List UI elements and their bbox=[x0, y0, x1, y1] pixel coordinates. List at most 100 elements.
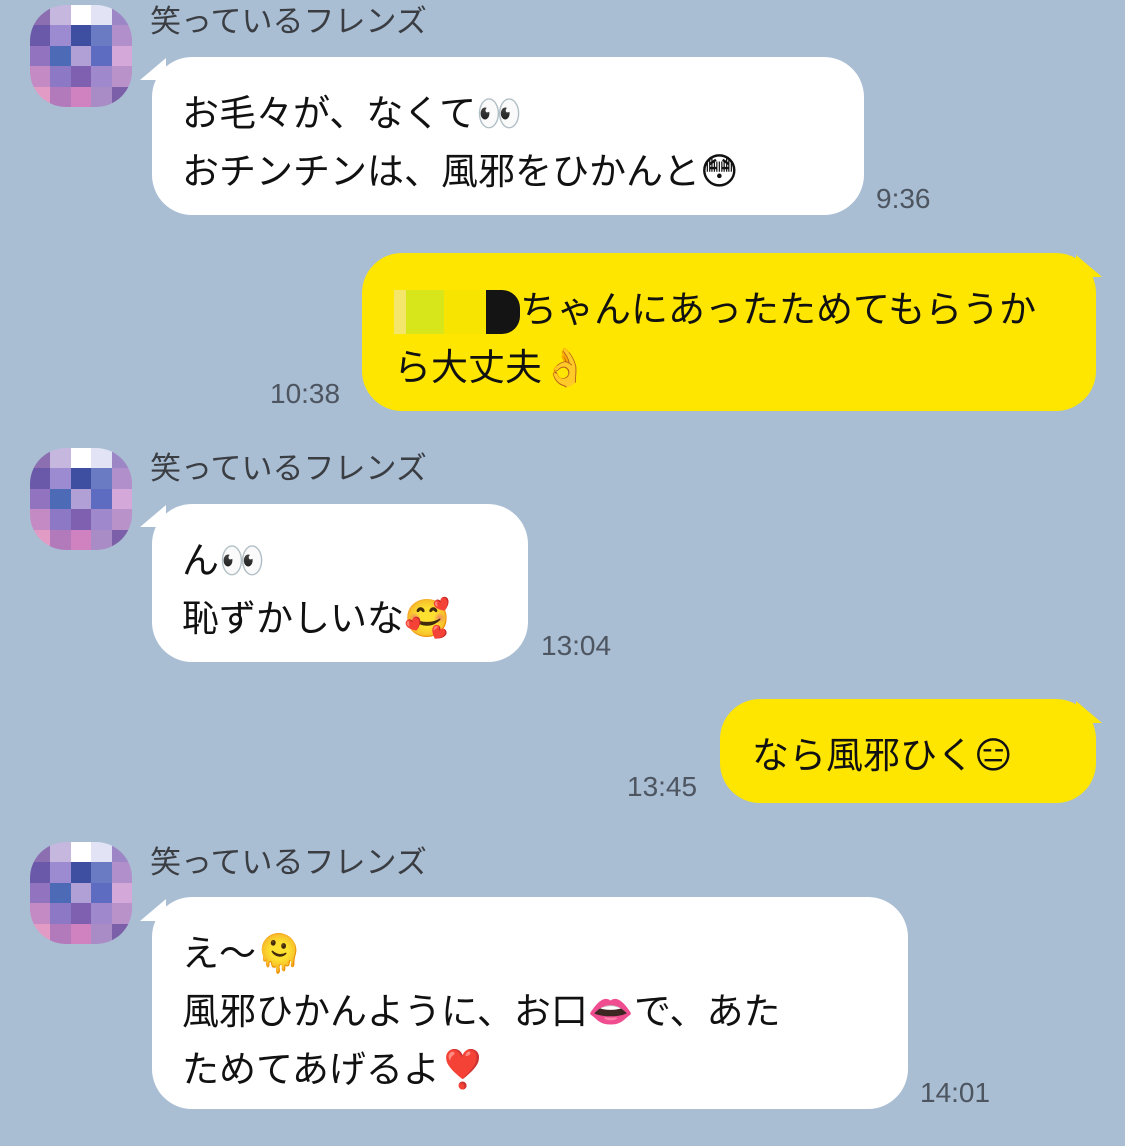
message-bubble-outgoing[interactable]: なら風邪ひく😑 bbox=[720, 699, 1096, 803]
avatar-pixel bbox=[70, 903, 92, 924]
avatar-pixel bbox=[30, 882, 51, 904]
avatar-pixel bbox=[50, 5, 71, 26]
avatar-pixel bbox=[91, 862, 112, 883]
avatar-pixel bbox=[91, 25, 112, 46]
avatar-pixel bbox=[70, 488, 92, 510]
avatar-pixel bbox=[50, 66, 71, 87]
avatar-pixel bbox=[111, 86, 132, 107]
avatar-pixel bbox=[91, 66, 112, 87]
avatar-pixel bbox=[91, 5, 112, 26]
avatar-pixel bbox=[50, 468, 71, 489]
avatar-pixel bbox=[70, 86, 92, 107]
message-text: ら大丈夫👌 bbox=[394, 346, 589, 389]
avatar-pixel bbox=[70, 842, 92, 863]
redacted-name bbox=[394, 289, 520, 334]
avatar-pixel bbox=[91, 468, 112, 489]
message-timestamp: 13:45 bbox=[627, 771, 698, 802]
avatar-pixel bbox=[70, 25, 92, 46]
avatar-pixel bbox=[30, 509, 51, 530]
avatar-pixel bbox=[50, 923, 71, 944]
avatar-pixel bbox=[30, 529, 51, 550]
message-timestamp: 13:04 bbox=[541, 630, 612, 661]
avatar-pixel bbox=[111, 25, 132, 46]
avatar-pixel bbox=[91, 842, 112, 863]
avatar-pixel bbox=[30, 488, 51, 510]
avatar-pixel bbox=[111, 903, 132, 924]
message-bubble-incoming[interactable]: ん👀 恥ずかしいな🥰 bbox=[152, 504, 528, 662]
avatar[interactable] bbox=[30, 842, 132, 944]
avatar-pixel bbox=[111, 509, 132, 530]
avatar-pixel bbox=[111, 882, 132, 904]
avatar-pixel bbox=[30, 66, 51, 87]
message-bubble-incoming[interactable]: お毛々が、なくて👀 おチンチンは、風邪をひかんと😳 bbox=[152, 57, 864, 215]
avatar-pixel bbox=[30, 5, 51, 26]
avatar-pixel bbox=[50, 448, 71, 469]
avatar-pixel bbox=[70, 468, 92, 489]
avatar-pixel bbox=[111, 923, 132, 944]
avatar-pixel bbox=[91, 529, 112, 550]
avatar-pixel bbox=[91, 45, 112, 67]
avatar-pixel bbox=[70, 448, 92, 469]
avatar-pixel bbox=[111, 529, 132, 550]
avatar-pixel bbox=[50, 882, 71, 904]
message-text-line: ちゃんにあったためてもらうか bbox=[394, 281, 1066, 339]
avatar-pixel bbox=[50, 25, 71, 46]
avatar-pixel bbox=[30, 45, 51, 67]
message-timestamp: 10:38 bbox=[270, 378, 341, 409]
avatar-pixel bbox=[70, 5, 92, 26]
avatar-pixel bbox=[111, 45, 132, 67]
message-text: なら風邪ひく😑 bbox=[752, 734, 1013, 777]
avatar-pixel bbox=[30, 862, 51, 883]
message-timestamp: 9:36 bbox=[876, 183, 931, 214]
avatar-pixel bbox=[30, 448, 51, 469]
avatar-pixel bbox=[50, 45, 71, 67]
avatar-pixel bbox=[91, 488, 112, 510]
sender-name: 笑っているフレンズ bbox=[150, 4, 427, 40]
avatar-pixel bbox=[91, 882, 112, 904]
avatar-pixel bbox=[70, 529, 92, 550]
avatar[interactable] bbox=[30, 448, 132, 550]
avatar-pixel bbox=[91, 86, 112, 107]
message-text: 恥ずかしいな🥰 bbox=[182, 597, 451, 640]
avatar-pixel bbox=[91, 903, 112, 924]
message-text: おチンチンは、風邪をひかんと😳 bbox=[182, 150, 739, 193]
avatar-pixel bbox=[111, 5, 132, 26]
avatar-pixel bbox=[30, 842, 51, 863]
avatar-pixel bbox=[30, 86, 51, 107]
avatar-pixel bbox=[70, 862, 92, 883]
message-bubble-outgoing[interactable]: ちゃんにあったためてもらうか ら大丈夫👌 bbox=[362, 253, 1096, 411]
avatar-pixel bbox=[70, 882, 92, 904]
avatar-pixel bbox=[111, 448, 132, 469]
message-text: ん👀 bbox=[182, 539, 266, 582]
avatar-pixel bbox=[91, 509, 112, 530]
avatar-pixel bbox=[50, 862, 71, 883]
avatar-pixel bbox=[50, 509, 71, 530]
avatar-pixel bbox=[50, 86, 71, 107]
message-text: お毛々が、なくて👀 bbox=[182, 92, 523, 135]
avatar-pixel bbox=[91, 448, 112, 469]
message-text: え〜🫠 bbox=[182, 932, 303, 975]
avatar-pixel bbox=[50, 529, 71, 550]
message-timestamp: 14:01 bbox=[920, 1077, 991, 1108]
avatar-pixel bbox=[70, 66, 92, 87]
message-text: 風邪ひかんように、お口👄で、あた bbox=[182, 990, 781, 1033]
avatar-pixel bbox=[111, 66, 132, 87]
avatar-pixel bbox=[30, 25, 51, 46]
avatar-pixel bbox=[111, 468, 132, 489]
avatar-pixel bbox=[70, 509, 92, 530]
avatar-pixel bbox=[91, 923, 112, 944]
avatar-pixel bbox=[50, 488, 71, 510]
sender-name: 笑っているフレンズ bbox=[150, 845, 427, 881]
avatar-pixel bbox=[30, 923, 51, 944]
sender-name: 笑っているフレンズ bbox=[150, 451, 427, 487]
message-text: ちゃんにあったためてもらうか bbox=[520, 288, 1037, 331]
avatar-pixel bbox=[70, 923, 92, 944]
avatar[interactable] bbox=[30, 5, 132, 107]
message-text: ためてあげるよ❣️ bbox=[182, 1048, 486, 1091]
avatar-pixel bbox=[70, 45, 92, 67]
avatar-pixel bbox=[111, 862, 132, 883]
avatar-pixel bbox=[50, 903, 71, 924]
message-bubble-incoming[interactable]: え〜🫠 風邪ひかんように、お口👄で、あた ためてあげるよ❣️ bbox=[152, 897, 908, 1109]
avatar-pixel bbox=[30, 468, 51, 489]
avatar-pixel bbox=[111, 842, 132, 863]
